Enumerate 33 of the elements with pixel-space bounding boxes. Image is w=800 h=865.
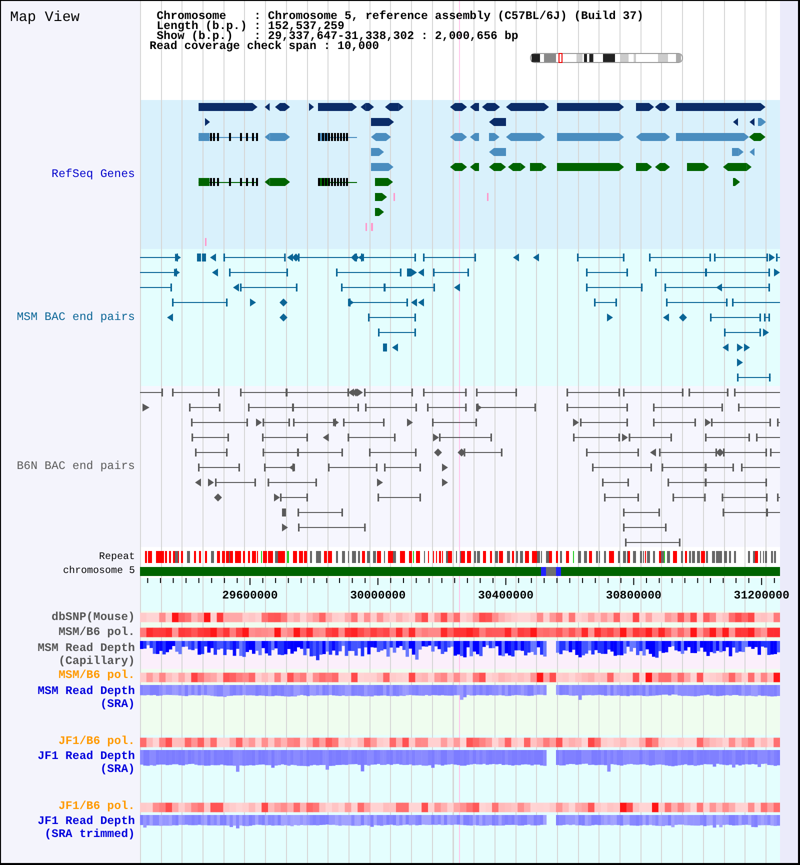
axis-label: 30000000: [350, 590, 406, 602]
separator: :: [254, 12, 261, 22]
track-label: JF1 Read Depth (SRA trimmed): [36, 815, 135, 841]
separator: :: [254, 32, 261, 42]
track-label: MSM/B6 pol.: [58, 669, 135, 682]
coverage-label: Read coverage check span: [150, 42, 316, 52]
track-label: dbSNP(Mouse): [52, 611, 135, 624]
track-label: JF1/B6 pol.: [58, 800, 135, 813]
track-label: MSM Read Depth (Capillary): [36, 642, 135, 668]
track-label: Repeat: [98, 552, 135, 563]
track-label: chromosome 5: [62, 566, 135, 577]
track-label: JF1 Read Depth (SRA): [36, 750, 135, 776]
coverage-value: 10,000: [337, 42, 380, 52]
info-label: Chromosome: [156, 12, 226, 22]
info-value: Chromosome 5, reference assembly (C57BL/6J) (Build 37): [268, 12, 644, 22]
track-label: MSM Read Depth (SRA): [36, 685, 135, 711]
axis-label: 29600000: [222, 590, 278, 602]
axis-label: 30400000: [478, 590, 534, 602]
info-value: 29,337,647-31,338,302 : 2,000,656 bp: [268, 32, 520, 42]
panel-title: Map View: [10, 10, 80, 27]
track-label: B6N BAC end pairs: [16, 460, 135, 473]
separator: :: [254, 22, 261, 32]
track-label: RefSeq Genes: [52, 168, 135, 181]
track-label: MSM/B6 pol.: [58, 626, 135, 639]
track-label: MSM BAC end pairs: [16, 311, 135, 324]
track-label: JF1/B6 pol.: [58, 735, 135, 748]
info-value: 152,537,259: [268, 22, 344, 32]
region-marker: [558, 53, 562, 63]
separator: :: [323, 42, 330, 52]
info-label: Show (b.p.): [156, 32, 234, 42]
info-label: Length (b.p.): [156, 22, 248, 32]
axis-label: 31200000: [734, 590, 790, 602]
axis-label: 30800000: [606, 590, 662, 602]
